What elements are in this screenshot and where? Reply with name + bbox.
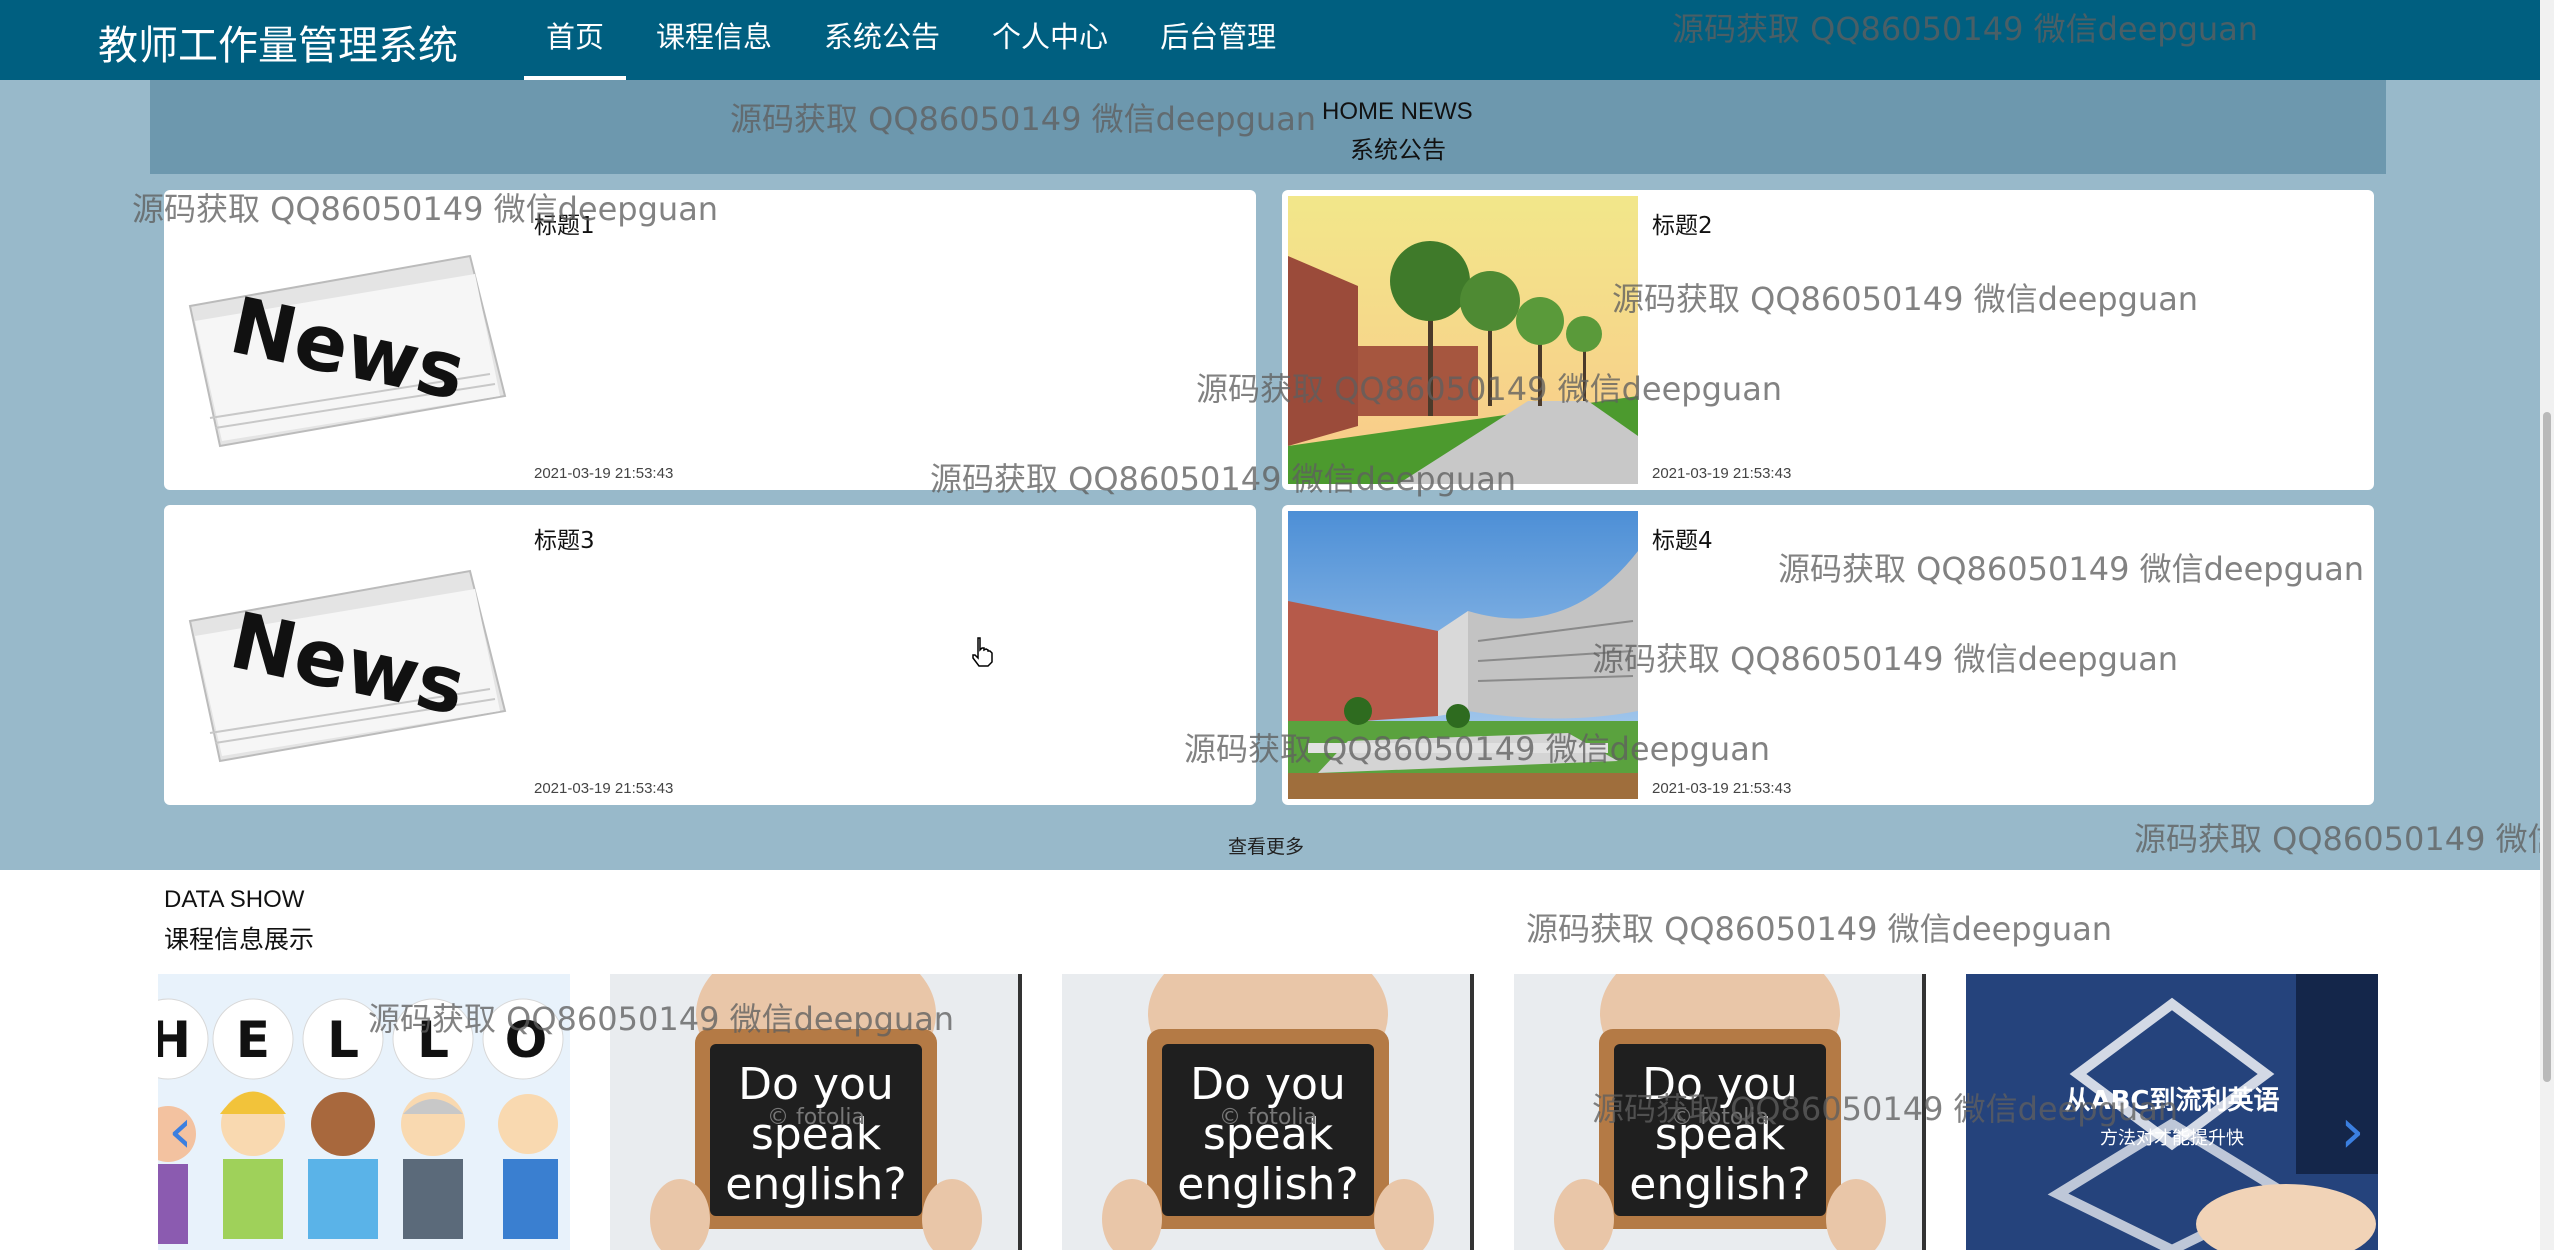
view-more-link[interactable]: 查看更多: [1228, 832, 1304, 859]
hand-cursor-icon: [970, 636, 996, 673]
course-slide-4[interactable]: Do you speak english? © fotolia: [1514, 974, 1926, 1250]
slide-watermark: © fotolia: [767, 1105, 865, 1130]
news-time: 2021-03-19 21:53:43: [534, 780, 674, 797]
nav-courses[interactable]: 课程信息: [630, 0, 798, 80]
slide-text-line: Do you: [1190, 1059, 1346, 1110]
news-title[interactable]: 标题1: [534, 206, 595, 240]
scrollbar-thumb[interactable]: [2543, 412, 2551, 1082]
slide-text-line: english?: [1629, 1159, 1811, 1210]
slide-text-line: 方法对才能提升快: [2100, 1128, 2244, 1149]
nav-announcements[interactable]: 系统公告: [798, 0, 966, 80]
news-time: 2021-03-19 21:53:43: [1652, 780, 1792, 797]
hello-letter: E: [236, 1011, 270, 1069]
news-thumbnail: News: [170, 511, 520, 799]
news-card-1[interactable]: News 标题1 2021-03-19 21:53:43: [164, 190, 1256, 490]
speak-english-image: Do you speak english? © fotolia: [1514, 974, 1926, 1250]
datashow-heading-cn: 课程信息展示: [164, 925, 315, 954]
news-time: 2021-03-19 21:53:43: [534, 465, 674, 482]
nav-home[interactable]: 首页: [520, 0, 630, 80]
carousel-next-button[interactable]: ›: [2340, 1100, 2365, 1162]
watermark-text: 源码获取 QQ86050149 微信deepguan: [1526, 910, 2113, 948]
datashow-heading-en: DATA SHOW: [164, 886, 305, 913]
news-section: HOME NEWS 系统公告 News 标题1 2021-03-19 21:53…: [0, 80, 2540, 870]
main-nav: 首页 课程信息 系统公告 个人中心 后台管理: [520, 0, 1302, 80]
news-card-3[interactable]: News 标题3 2021-03-19 21:53:43: [164, 505, 1256, 805]
news-card-2[interactable]: 标题2 2021-03-19 21:53:43: [1282, 190, 2374, 490]
abc-english-image: 从ABC到流利英语 方法对才能提升快: [1966, 974, 2378, 1250]
hello-letter: L: [327, 1011, 359, 1069]
news-card-4[interactable]: 标题4 2021-03-19 21:53:43: [1282, 505, 2374, 805]
newspaper-image: News: [170, 511, 520, 799]
news-title[interactable]: 标题4: [1652, 521, 1713, 555]
course-slide-5[interactable]: 从ABC到流利英语 方法对才能提升快: [1966, 974, 2378, 1250]
slide-text-line: Do you: [1642, 1059, 1798, 1110]
news-heading-en: HOME NEWS: [1322, 98, 1473, 125]
slide-watermark: © fotolia: [1219, 1105, 1317, 1130]
page-scrollbar[interactable]: [2540, 0, 2554, 1250]
carousel-prev-button[interactable]: ‹: [168, 1100, 193, 1162]
nav-profile[interactable]: 个人中心: [966, 0, 1134, 80]
slide-watermark: © fotolia: [1671, 1105, 1769, 1130]
campus-trees-image: [1288, 196, 1638, 484]
news-title[interactable]: 标题2: [1652, 206, 1713, 240]
news-title[interactable]: 标题3: [534, 521, 595, 555]
news-thumbnail: [1288, 196, 1638, 484]
course-slide-2[interactable]: Do you speak english? © fotolia: [610, 974, 1022, 1250]
course-slide-1[interactable]: H E L L O: [158, 974, 570, 1250]
nav-admin[interactable]: 后台管理: [1134, 0, 1302, 80]
slide-text-line: english?: [1177, 1159, 1359, 1210]
news-thumbnail: News: [170, 196, 520, 484]
hello-letter: H: [158, 1011, 191, 1069]
speak-english-image: Do you speak english? © fotolia: [1062, 974, 1474, 1250]
newspaper-image: News: [170, 196, 520, 484]
hello-letter: L: [417, 1011, 449, 1069]
slide-text-line: english?: [725, 1159, 907, 1210]
news-thumbnail: [1288, 511, 1638, 799]
campus-building-image: [1288, 511, 1638, 799]
site-brand[interactable]: 教师工作量管理系统: [98, 13, 458, 71]
slide-text-line: 从ABC到流利英语: [2064, 1086, 2279, 1116]
slide-text-line: Do you: [738, 1059, 894, 1110]
news-heading-cn: 系统公告: [1350, 136, 1446, 164]
news-header-band: HOME NEWS 系统公告: [150, 80, 2386, 174]
hello-letter: O: [505, 1011, 548, 1069]
course-carousel: H E L L O Do you speak english? © fotoli…: [158, 974, 2378, 1250]
hello-cartoon-image: H E L L O: [158, 974, 570, 1250]
speak-english-image: Do you speak english? © fotolia: [610, 974, 1022, 1250]
news-time: 2021-03-19 21:53:43: [1652, 465, 1792, 482]
course-slide-3[interactable]: Do you speak english? © fotolia: [1062, 974, 1474, 1250]
top-navbar: 教师工作量管理系统 首页 课程信息 系统公告 个人中心 后台管理: [0, 0, 2540, 80]
